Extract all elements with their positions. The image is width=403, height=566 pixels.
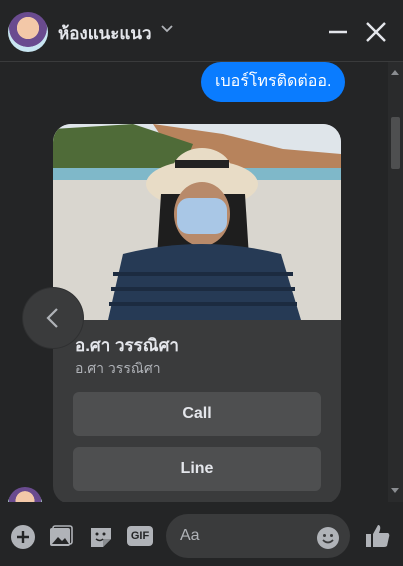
scroll-up-arrow-icon[interactable]	[391, 70, 399, 75]
call-button[interactable]: Call	[73, 392, 321, 436]
scrollbar-thumb[interactable]	[391, 117, 400, 169]
gif-icon[interactable]: GIF	[127, 526, 153, 546]
chat-header: ห้องแนะแนว	[0, 0, 403, 62]
minimize-icon[interactable]	[326, 20, 350, 44]
close-icon[interactable]	[364, 20, 388, 44]
scroll-down-arrow-icon[interactable]	[391, 488, 399, 493]
chevron-left-icon	[46, 308, 58, 328]
like-icon[interactable]	[364, 522, 392, 550]
contact-name: อ.ศา วรรณิศา	[75, 336, 179, 355]
outgoing-message-bubble[interactable]: เบอร์โทรติดต่ออ.	[201, 62, 346, 102]
chat-avatar[interactable]	[8, 12, 48, 52]
chevron-down-icon[interactable]	[160, 22, 174, 36]
line-button[interactable]: Line	[73, 447, 321, 491]
contact-photo	[53, 124, 341, 320]
message-list[interactable]: เบอร์โทรติดต่ออ. อ.ศา วรรณิศา อ.ศา วรรณิ…	[0, 62, 390, 502]
plus-icon[interactable]	[10, 524, 36, 550]
composer-bar: GIF Aa	[0, 502, 403, 566]
chat-title[interactable]: ห้องแนะแนว	[58, 20, 152, 47]
photo-icon[interactable]	[48, 524, 74, 550]
carousel-prev-button[interactable]	[23, 288, 83, 348]
contact-subtitle: อ.ศา วรรณิศา	[75, 360, 161, 376]
scrollbar[interactable]	[388, 62, 403, 502]
contact-card: อ.ศา วรรณิศา อ.ศา วรรณิศา Call Line	[53, 124, 341, 502]
sticker-icon[interactable]	[88, 524, 114, 550]
emoji-icon[interactable]	[316, 526, 340, 550]
